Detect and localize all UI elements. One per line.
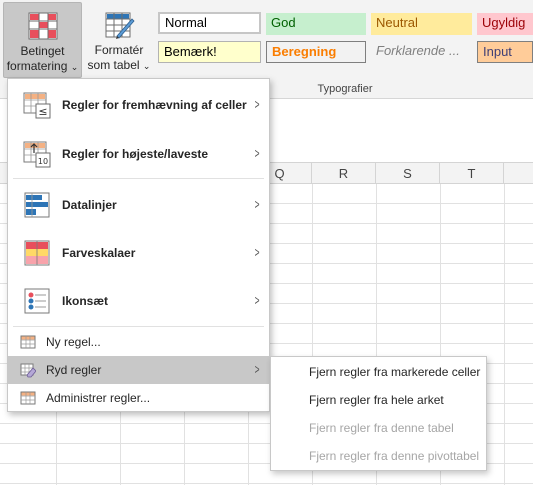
- style-ugyldig[interactable]: Ugyldig: [477, 13, 533, 35]
- format-as-table-button[interactable]: Formatér som tabel ⌄: [85, 2, 153, 78]
- ten-icon: 10: [38, 157, 48, 166]
- menu-separator: [13, 326, 264, 327]
- chevron-right-icon: >: [254, 196, 260, 212]
- menu-item-top-bottom-rules[interactable]: 10 Regler for højeste/laveste >: [8, 131, 269, 177]
- menu-item-color-scales[interactable]: Farveskalaer >: [8, 230, 269, 276]
- new-rule-icon: [20, 335, 36, 349]
- column-header-s[interactable]: S: [376, 163, 440, 184]
- top-bottom-rules-icon: 10: [23, 141, 51, 168]
- chevron-right-icon: >: [254, 244, 260, 260]
- style-normal[interactable]: Normal: [158, 12, 261, 34]
- color-scales-icon: [24, 240, 50, 266]
- conditional-formatting-label-1: Betinget: [20, 44, 65, 58]
- data-bars-icon: [24, 192, 50, 218]
- style-forklarende[interactable]: Forklarende ...: [371, 41, 472, 63]
- menu-label-icon-sets: Ikonsæt: [62, 294, 109, 308]
- column-header-t[interactable]: T: [440, 163, 504, 184]
- submenu-item-clear-selected[interactable]: Fjern regler fra markerede celler: [271, 359, 486, 386]
- format-as-table-label-2: som tabel ⌄: [87, 58, 151, 72]
- submenu-item-clear-sheet[interactable]: Fjern regler fra hele arket: [271, 387, 486, 414]
- submenu-item-clear-pivot: Fjern regler fra denne pivottabel: [309, 449, 480, 463]
- format-as-table-icon: [105, 12, 135, 39]
- conditional-formatting-menu: ≤ Regler for fremhævning af celler > 10 …: [7, 78, 270, 412]
- menu-label-top-bottom-rules: Regler for højeste/laveste: [62, 147, 209, 161]
- clear-rules-submenu: Fjern regler fra markerede celler Fjern …: [270, 356, 487, 471]
- eraser-icon: [20, 363, 36, 378]
- conditional-formatting-icon: [28, 12, 57, 40]
- menu-separator: [13, 178, 264, 179]
- chevron-right-icon: >: [254, 96, 260, 112]
- chevron-down-icon: ⌄: [142, 61, 151, 71]
- conditional-formatting-label-2: formatering ⌄: [6, 59, 79, 73]
- chevron-down-icon: ⌄: [70, 62, 79, 72]
- format-as-table-label-1: Formatér: [94, 43, 144, 57]
- menu-item-manage-rules[interactable]: Administrer regler...: [8, 384, 269, 412]
- highlight-cells-rules-icon: ≤: [23, 92, 51, 119]
- column-header-r[interactable]: R: [312, 163, 376, 184]
- menu-label-data-bars: Datalinjer: [62, 198, 117, 212]
- menu-label-highlight-rules: Regler for fremhævning af celler: [62, 98, 247, 112]
- menu-item-highlight-rules[interactable]: ≤ Regler for fremhævning af celler >: [8, 82, 269, 128]
- menu-label-color-scales: Farveskalaer: [62, 246, 136, 260]
- menu-label-clear-rules: Ryd regler: [46, 363, 102, 377]
- less-equal-icon: ≤: [38, 105, 47, 118]
- style-neutral[interactable]: Neutral: [371, 13, 472, 35]
- style-god[interactable]: God: [266, 13, 366, 35]
- menu-label-manage-rules: Administrer regler...: [46, 391, 151, 405]
- manage-rules-icon: [20, 391, 36, 405]
- menu-label-new-rule: Ny regel...: [46, 335, 101, 349]
- chevron-right-icon: >: [254, 292, 260, 308]
- conditional-formatting-button[interactable]: Betinget formatering ⌄: [3, 2, 82, 78]
- menu-item-data-bars[interactable]: Datalinjer >: [8, 182, 269, 228]
- style-bemaerk[interactable]: Bemærk!: [158, 41, 261, 63]
- menu-item-new-rule[interactable]: Ny regel...: [8, 328, 269, 356]
- menu-item-icon-sets[interactable]: Ikonsæt >: [8, 278, 269, 324]
- icon-sets-icon: [24, 288, 50, 314]
- chevron-right-icon: >: [254, 145, 260, 161]
- style-input[interactable]: Input: [477, 41, 533, 63]
- submenu-item-clear-table: Fjern regler fra denne tabel: [309, 421, 454, 435]
- chevron-right-icon: >: [254, 361, 260, 377]
- style-beregning[interactable]: Beregning: [266, 41, 366, 63]
- menu-item-clear-rules[interactable]: Ryd regler >: [8, 356, 269, 384]
